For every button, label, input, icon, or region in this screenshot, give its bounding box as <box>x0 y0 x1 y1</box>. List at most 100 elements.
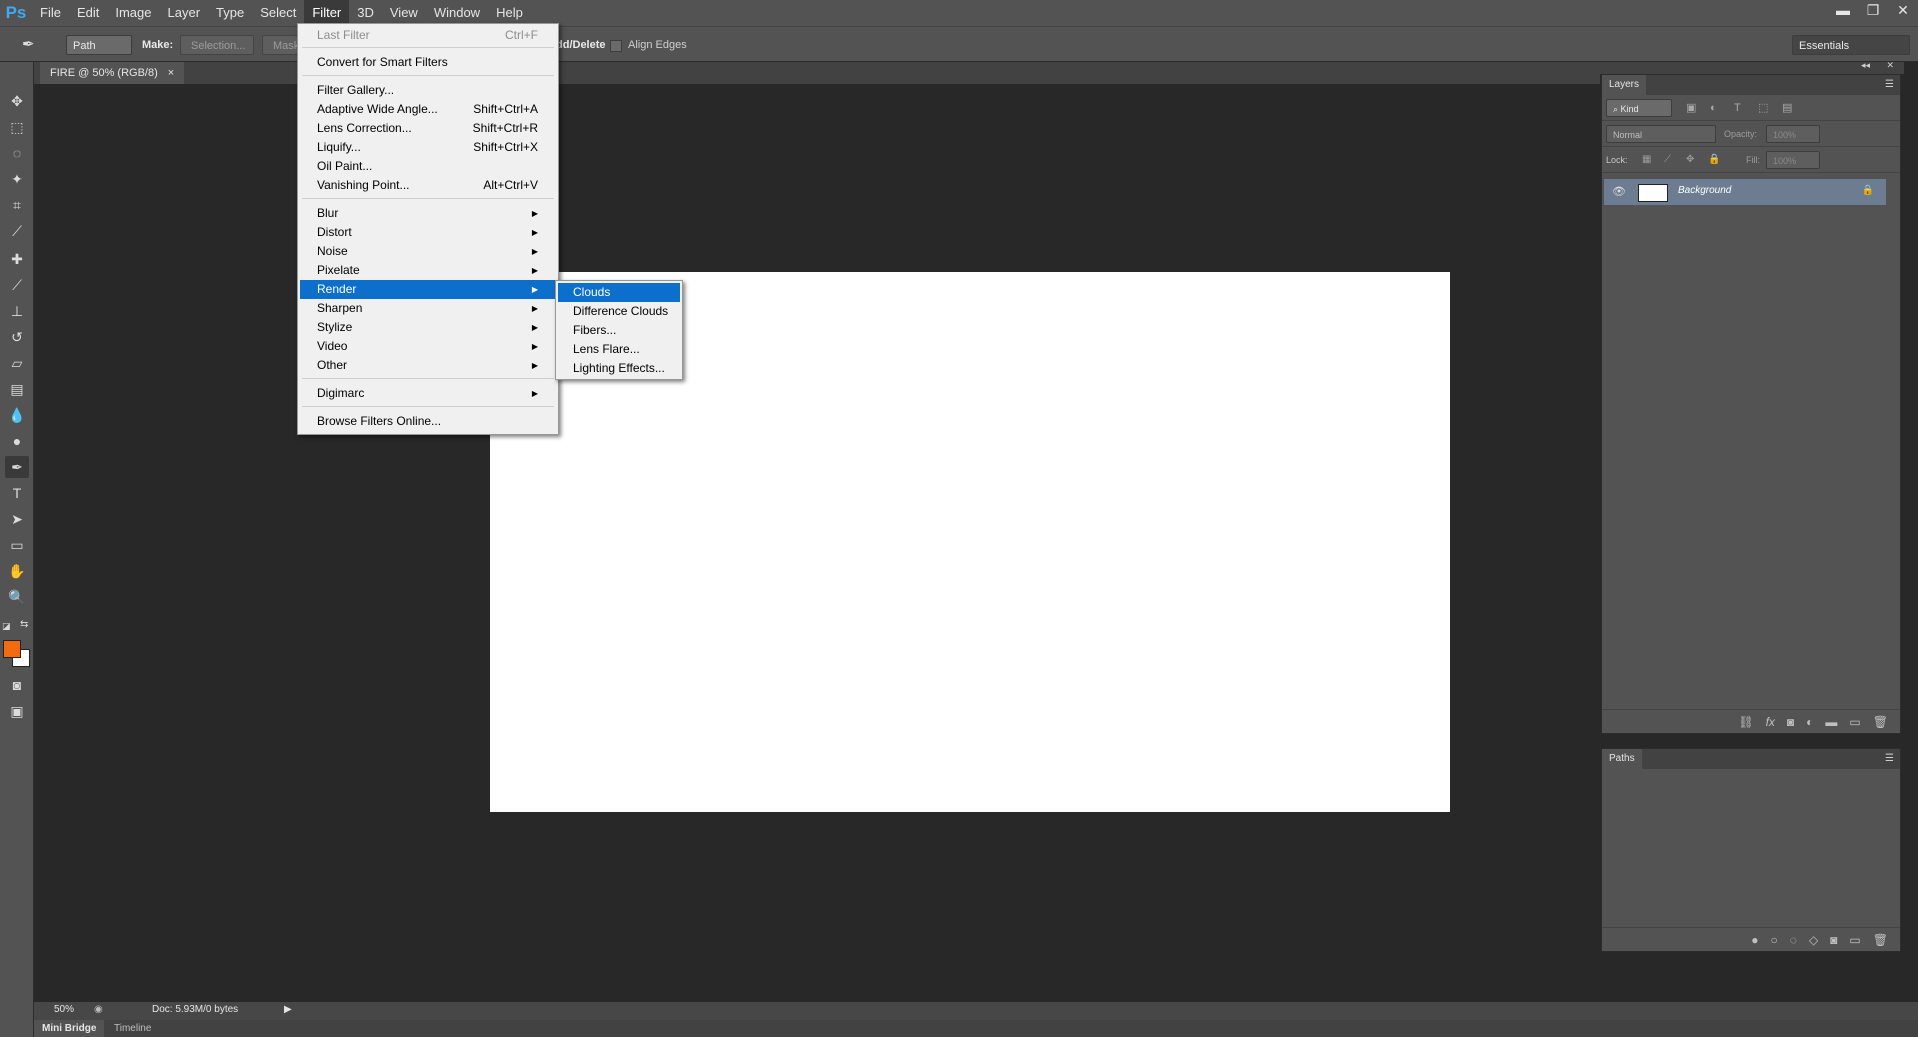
lock-position-icon[interactable]: ✥ <box>1686 151 1694 169</box>
menu-item-sharpen[interactable]: Sharpen ▶ <box>300 299 556 318</box>
gradient-tool-icon[interactable]: ▤ <box>5 378 29 400</box>
lock-transparent-icon[interactable]: ▦ <box>1642 151 1651 169</box>
menu-item-digimarc[interactable]: Digimarc ▶ <box>300 384 556 403</box>
path-selection-tool-icon[interactable]: ➤ <box>5 508 29 530</box>
menu-file[interactable]: File <box>32 0 69 26</box>
new-group-icon[interactable]: ▬ <box>1825 715 1837 729</box>
stroke-path-icon[interactable]: ○ <box>1771 933 1778 947</box>
clone-stamp-tool-icon[interactable]: ⊥ <box>5 300 29 322</box>
menu-item-render[interactable]: Render ▶ <box>300 280 556 299</box>
swap-colors-icon[interactable]: ⇆ <box>20 619 28 630</box>
type-tool-icon[interactable]: T <box>5 482 29 504</box>
brush-tool-icon[interactable]: ⟋ <box>5 274 29 296</box>
add-mask-icon[interactable]: ◙ <box>1830 933 1837 947</box>
fill-input[interactable]: 100% <box>1766 151 1820 169</box>
align-edges-checkbox[interactable] <box>610 40 622 52</box>
submenu-item-difference-clouds[interactable]: Difference Clouds <box>558 302 680 321</box>
eye-icon[interactable]: 👁 <box>1612 185 1626 198</box>
adjustment-layer-icon[interactable]: ◐ <box>1806 715 1813 729</box>
menu-item-other[interactable]: Other ▶ <box>300 356 556 375</box>
new-path-icon[interactable]: ▭ <box>1849 933 1860 947</box>
paths-tab[interactable]: Paths <box>1602 749 1642 769</box>
status-menu-arrow-icon[interactable]: ▶ <box>284 1004 292 1015</box>
menu-item-vanishing-point[interactable]: Vanishing Point... Alt+Ctrl+V <box>300 176 556 195</box>
minimize-button[interactable]: ▬ <box>1828 0 1858 20</box>
submenu-item-clouds[interactable]: Clouds <box>558 283 680 302</box>
default-colors-icon[interactable]: ◪ <box>2 621 11 632</box>
load-path-as-selection-icon[interactable]: ◌ <box>1790 933 1797 947</box>
menu-item-noise[interactable]: Noise ▶ <box>300 242 556 261</box>
pixel-filter-icon[interactable]: ▣ <box>1686 99 1696 117</box>
submenu-item-fibers[interactable]: Fibers... <box>558 321 680 340</box>
document-tab-close-icon[interactable]: × <box>168 62 174 84</box>
menu-item-distort[interactable]: Distort ▶ <box>300 223 556 242</box>
history-brush-tool-icon[interactable]: ↺ <box>5 326 29 348</box>
lasso-tool-icon[interactable]: ◌ <box>5 142 29 164</box>
menu-item-browse-filters-online[interactable]: Browse Filters Online... <box>300 412 556 431</box>
smart-object-filter-icon[interactable]: ▤ <box>1782 99 1792 117</box>
pen-mode-select[interactable]: Path <box>66 35 132 55</box>
delete-path-icon[interactable]: 🗑 <box>1873 933 1888 947</box>
zoom-tool-icon[interactable]: 🔍 <box>5 586 29 608</box>
tab-timeline[interactable]: Timeline <box>106 1020 159 1037</box>
submenu-item-lens-flare[interactable]: Lens Flare... <box>558 340 680 359</box>
quick-selection-tool-icon[interactable]: ✦ <box>5 168 29 190</box>
menu-item-oil-paint[interactable]: Oil Paint... <box>300 157 556 176</box>
type-filter-icon[interactable]: T <box>1734 99 1741 117</box>
close-panels-icon[interactable]: ✕ <box>1886 60 1894 71</box>
layers-tab[interactable]: Layers <box>1602 75 1647 95</box>
make-work-path-icon[interactable]: ◇ <box>1809 933 1818 947</box>
layer-row-background[interactable]: 👁 Background 🔒 <box>1604 179 1886 205</box>
menu-item-blur[interactable]: Blur ▶ <box>300 204 556 223</box>
healing-brush-tool-icon[interactable]: ✚ <box>5 248 29 270</box>
auto-add-delete-label[interactable]: dd/Delete <box>556 35 606 55</box>
pen-tool-preset-icon[interactable]: ✒ <box>22 35 35 55</box>
menu-item-stylize[interactable]: Stylize ▶ <box>300 318 556 337</box>
menu-item-convert-smart-filters[interactable]: Convert for Smart Filters <box>300 53 556 72</box>
panel-menu-icon[interactable]: ☰ <box>1885 79 1894 90</box>
foreground-color-swatch[interactable] <box>3 640 21 658</box>
blend-mode-select[interactable]: Normal <box>1606 125 1716 143</box>
fill-path-icon[interactable]: ● <box>1751 933 1758 947</box>
layer-kind-filter-select[interactable]: ⌕ Kind <box>1606 99 1672 117</box>
delete-layer-icon[interactable]: 🗑 <box>1873 715 1888 729</box>
restore-button[interactable]: ❐ <box>1858 0 1888 20</box>
adjustment-filter-icon[interactable]: ◐ <box>1710 99 1717 117</box>
menu-type[interactable]: Type <box>208 0 252 26</box>
menu-item-pixelate[interactable]: Pixelate ▶ <box>300 261 556 280</box>
menu-item-liquify[interactable]: Liquify... Shift+Ctrl+X <box>300 138 556 157</box>
menu-item-last-filter[interactable]: Last Filter Ctrl+F <box>300 26 556 45</box>
dodge-tool-icon[interactable]: ● <box>5 430 29 452</box>
status-icon[interactable]: ◉ <box>94 1004 103 1015</box>
menu-item-lens-correction[interactable]: Lens Correction... Shift+Ctrl+R <box>300 119 556 138</box>
lock-image-icon[interactable]: ⟋ <box>1664 151 1671 169</box>
document-tab[interactable]: FIRE @ 50% (RGB/8) × <box>40 62 185 84</box>
make-selection-button[interactable]: Selection... <box>180 35 254 55</box>
tab-mini-bridge[interactable]: Mini Bridge <box>34 1020 105 1037</box>
menu-item-video[interactable]: Video ▶ <box>300 337 556 356</box>
layer-style-icon[interactable]: fx <box>1766 715 1775 729</box>
crop-tool-icon[interactable]: ⌗ <box>5 194 29 216</box>
make-mask-button[interactable]: Mask <box>262 35 299 55</box>
menu-item-filter-gallery[interactable]: Filter Gallery... <box>300 81 556 100</box>
hand-tool-icon[interactable]: ✋ <box>5 560 29 582</box>
marquee-tool-icon[interactable]: ⬚ <box>5 116 29 138</box>
new-layer-icon[interactable]: ▭ <box>1849 715 1860 729</box>
eraser-tool-icon[interactable]: ▱ <box>5 352 29 374</box>
collapse-panels-icon[interactable]: ◂◂ <box>1861 60 1870 71</box>
zoom-level[interactable]: 50% <box>54 1004 74 1015</box>
menu-edit[interactable]: Edit <box>69 0 107 26</box>
lock-all-icon[interactable]: 🔒 <box>1708 151 1720 169</box>
quick-mask-icon[interactable]: ◙ <box>5 674 29 696</box>
eyedropper-tool-icon[interactable]: ⟋ <box>5 220 29 242</box>
opacity-input[interactable]: 100% <box>1766 125 1820 143</box>
close-button[interactable]: ✕ <box>1888 0 1918 20</box>
workspace-select[interactable]: Essentials <box>1792 35 1910 55</box>
screen-mode-icon[interactable]: ▣ <box>5 700 29 722</box>
panel-menu-icon[interactable]: ☰ <box>1885 753 1894 764</box>
menu-image[interactable]: Image <box>107 0 159 26</box>
menu-layer[interactable]: Layer <box>160 0 209 26</box>
submenu-item-lighting-effects[interactable]: Lighting Effects... <box>558 359 680 378</box>
link-layers-icon[interactable]: ⛓ <box>1738 715 1753 729</box>
pen-tool-icon[interactable]: ✒ <box>5 456 29 478</box>
